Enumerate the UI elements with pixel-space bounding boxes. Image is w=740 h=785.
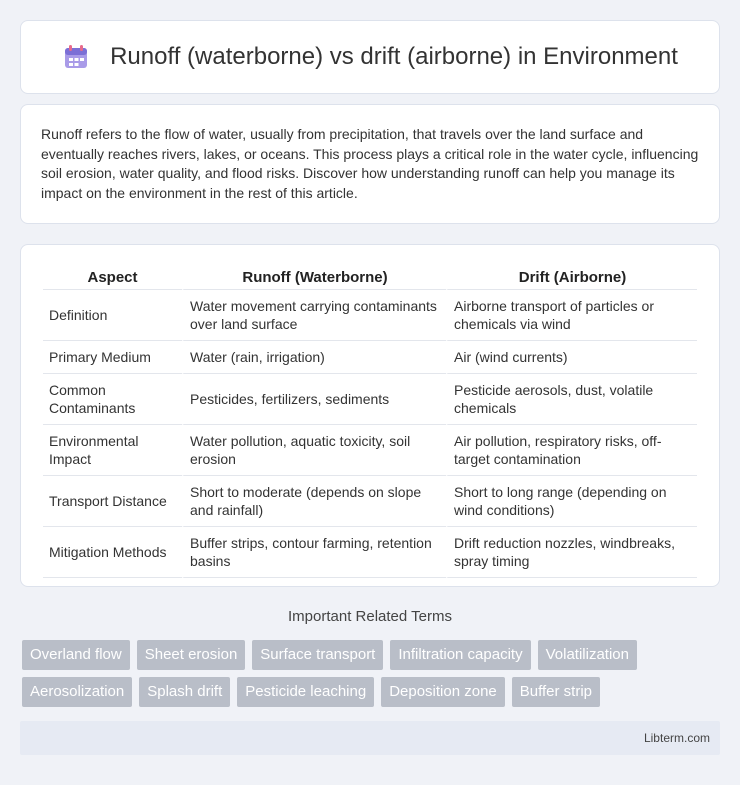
cell-drift: Air (wind currents) [446,341,697,374]
table-row: Mitigation Methods Buffer strips, contou… [43,527,697,578]
intro-card: Runoff refers to the flow of water, usua… [20,104,720,224]
cell-runoff: Water (rain, irrigation) [182,341,446,374]
tag-aerosolization[interactable]: Aerosolization [22,677,133,707]
related-terms-heading: Important Related Terms [288,608,452,625]
header-aspect: Aspect [43,265,182,290]
title-card: Runoff (waterborne) vs drift (airborne) … [20,20,720,94]
cell-aspect: Primary Medium [43,341,182,374]
cell-drift: Air pollution, respiratory risks, off-ta… [446,425,697,476]
cell-runoff: Short to moderate (depends on slope and … [182,476,446,527]
table-row: Common Contaminants Pesticides, fertiliz… [43,374,697,425]
footer: Libterm.com [20,721,720,755]
table-row: Primary Medium Water (rain, irrigation) … [43,341,697,374]
table-row: Environmental Impact Water pollution, aq… [43,425,697,476]
tag-sheet-erosion[interactable]: Sheet erosion [136,640,246,670]
cell-aspect: Transport Distance [43,476,182,527]
table-header-row: Aspect Runoff (Waterborne) Drift (Airbor… [43,265,697,290]
page-title: Runoff (waterborne) vs drift (airborne) … [110,43,678,70]
comparison-table: Aspect Runoff (Waterborne) Drift (Airbor… [43,265,697,578]
tag-buffer-strip[interactable]: Buffer strip [511,677,601,707]
cell-aspect: Mitigation Methods [43,527,182,578]
comparison-card: Aspect Runoff (Waterborne) Drift (Airbor… [20,244,720,587]
footer-site-link[interactable]: Libterm.com [644,731,710,745]
table-row: Definition Water movement carrying conta… [43,290,697,341]
calendar-icon [65,45,88,68]
cell-aspect: Common Contaminants [43,374,182,425]
cell-drift: Airborne transport of particles or chemi… [446,290,697,341]
tag-infiltration-capacity[interactable]: Infiltration capacity [390,640,531,670]
intro-text: Runoff refers to the flow of water, usua… [41,126,699,201]
cell-aspect: Definition [43,290,182,341]
tag-deposition-zone[interactable]: Deposition zone [381,677,505,707]
cell-drift: Pesticide aerosols, dust, volatile chemi… [446,374,697,425]
cell-runoff: Water movement carrying contaminants ove… [182,290,446,341]
cell-drift: Short to long range (depending on wind c… [446,476,697,527]
related-terms: Overland flow Sheet erosion Surface tran… [22,640,702,714]
tag-row: Overland flow Sheet erosion Surface tran… [22,640,702,670]
tag-overland-flow[interactable]: Overland flow [22,640,130,670]
header-runoff: Runoff (Waterborne) [182,265,446,290]
cell-runoff: Pesticides, fertilizers, sediments [182,374,446,425]
cell-aspect: Environmental Impact [43,425,182,476]
tag-pesticide-leaching[interactable]: Pesticide leaching [237,677,375,707]
tag-volatilization[interactable]: Volatilization [537,640,637,670]
cell-drift: Drift reduction nozzles, windbreaks, spr… [446,527,697,578]
tag-row: Aerosolization Splash drift Pesticide le… [22,677,702,707]
cell-runoff: Buffer strips, contour farming, retentio… [182,527,446,578]
table-row: Transport Distance Short to moderate (de… [43,476,697,527]
tag-surface-transport[interactable]: Surface transport [252,640,384,670]
tag-splash-drift[interactable]: Splash drift [139,677,231,707]
header-drift: Drift (Airborne) [446,265,697,290]
cell-runoff: Water pollution, aquatic toxicity, soil … [182,425,446,476]
